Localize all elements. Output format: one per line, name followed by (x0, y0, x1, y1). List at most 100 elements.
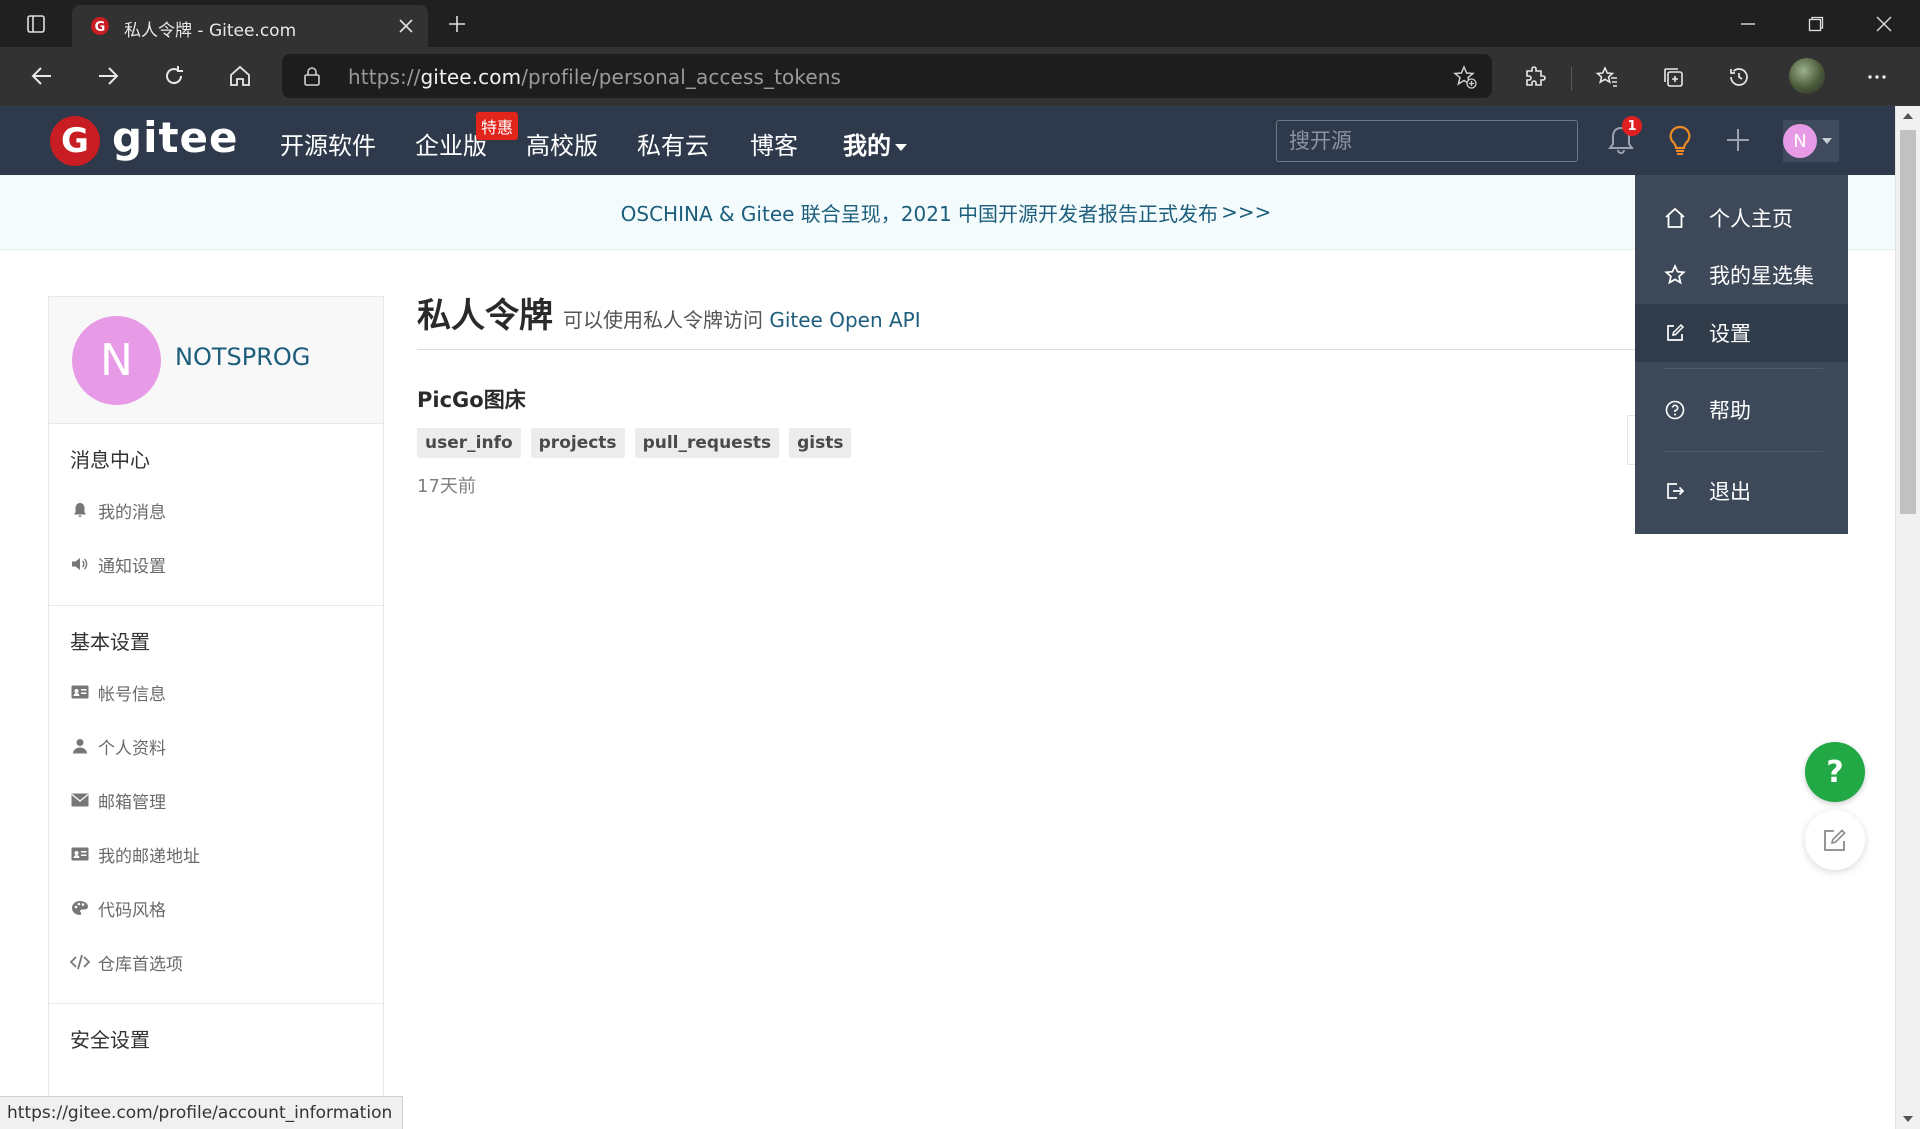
sidebar-item-mailing-address[interactable]: 我的邮递地址 (49, 827, 383, 881)
forward-button[interactable] (88, 58, 128, 94)
puzzle-icon (1526, 66, 1546, 86)
history-icon (1730, 68, 1748, 86)
star-icon (1663, 263, 1687, 287)
sidebar-section-title: 消息中心 (70, 448, 150, 472)
open-api-link[interactable]: Gitee Open API (769, 308, 920, 332)
scope-tag: user_info (417, 428, 521, 458)
window-close-button[interactable] (1850, 0, 1918, 47)
sidebar-section-messages: 消息中心 我的消息 通知设置 (49, 424, 383, 606)
home-button[interactable] (220, 58, 260, 94)
main-content: 私人令牌 可以使用私人令牌访问 Gitee Open API PicGo图床 u… (417, 290, 1637, 498)
token-item: PicGo图床 user_info projects pull_requests… (417, 384, 1637, 498)
browser-tab[interactable]: G 私人令牌 - Gitee.com (72, 5, 428, 47)
page-subtitle: 可以使用私人令牌访问 Gitee Open API (563, 308, 921, 332)
feedback-button[interactable] (1805, 810, 1865, 870)
nav-education[interactable]: 高校版 (526, 126, 598, 161)
search-box[interactable] (1276, 120, 1578, 162)
gitee-logo[interactable]: G gitee (50, 113, 239, 166)
sidebar-item-code-style[interactable]: 代码风格 (49, 881, 383, 935)
settings-sidebar: N NOTSPROG 消息中心 我的消息 通知设置 基本设置 帐号信息 个人资料… (48, 296, 384, 1129)
page-title: 私人令牌 (417, 296, 553, 336)
scroll-down-arrow-icon[interactable] (1903, 1116, 1913, 1122)
nav-private-cloud[interactable]: 私有云 (637, 126, 709, 161)
browser-tabbar: G 私人令牌 - Gitee.com (0, 0, 1920, 47)
nav-mine[interactable]: 我的 (843, 126, 907, 161)
sidebar-item-label: 邮箱管理 (98, 792, 166, 813)
palette-icon (70, 898, 90, 918)
announcement-link[interactable]: OSCHINA & Gitee 联合呈现，2021 中国开源开发者报告正式发布 (621, 198, 1218, 227)
browser-profile-avatar[interactable] (1789, 58, 1825, 94)
page-scrollbar[interactable] (1895, 106, 1920, 1129)
notification-count-badge: 1 (1622, 116, 1642, 136)
extensions-button[interactable] (1517, 59, 1553, 95)
envelope-icon (70, 790, 90, 810)
plus-icon (449, 16, 465, 32)
token-scopes: user_info projects pull_requests gists (417, 428, 1637, 458)
menu-divider (1663, 451, 1823, 452)
sidebar-section-security: 安全设置 (49, 1004, 383, 1077)
scope-tag: projects (530, 428, 625, 458)
sidebar-item-my-messages[interactable]: 我的消息 (49, 483, 383, 537)
announcement-arrows[interactable]: >>> (1221, 200, 1271, 224)
sidebar-item-account-info[interactable]: 帐号信息 (49, 665, 383, 719)
refresh-button[interactable] (154, 58, 194, 94)
scope-tag: gists (789, 428, 852, 458)
sidebar-item-label: 仓库首选项 (98, 954, 183, 975)
token-created-time: 17天前 (417, 476, 476, 497)
user-dropdown-menu: 个人主页 我的星选集 设置 帮助 退出 (1635, 175, 1848, 534)
collections-button[interactable] (1655, 59, 1691, 95)
sidebar-item-profile[interactable]: 个人资料 (49, 719, 383, 773)
scrollbar-thumb[interactable] (1900, 130, 1916, 514)
scroll-up-arrow-icon[interactable] (1903, 113, 1913, 119)
page-header: 私人令牌 可以使用私人令牌访问 Gitee Open API (417, 290, 1637, 350)
back-button[interactable] (22, 58, 62, 94)
link-status-bar: https://gitee.com/profile/account_inform… (0, 1096, 404, 1129)
sidebar-item-label: 帐号信息 (98, 684, 166, 705)
more-button[interactable] (1859, 59, 1895, 95)
menu-item-starred[interactable]: 我的星选集 (1635, 247, 1848, 303)
nav-open-source[interactable]: 开源软件 (280, 126, 376, 161)
menu-item-settings[interactable]: 设置 (1635, 304, 1848, 362)
nav-blog[interactable]: 博客 (750, 126, 798, 161)
sidebar-item-email[interactable]: 邮箱管理 (49, 773, 383, 827)
favorites-button[interactable] (1589, 59, 1625, 95)
menu-item-help[interactable]: 帮助 (1635, 382, 1848, 438)
feedback-edit-icon (1824, 829, 1846, 851)
avatar[interactable]: N (72, 316, 161, 405)
user-menu-toggle[interactable]: N (1783, 120, 1839, 162)
sidebar-item-notification-settings[interactable]: 通知设置 (49, 537, 383, 591)
search-input[interactable] (1277, 121, 1577, 161)
scope-tag: pull_requests (634, 428, 780, 458)
add-favorite-icon[interactable] (1452, 64, 1478, 90)
sidebar-item-label: 个人资料 (98, 738, 166, 759)
id-card-icon (70, 682, 90, 702)
bell-icon (70, 500, 90, 520)
username-link[interactable]: NOTSPROG (175, 343, 310, 371)
sidebar-item-repo-preferences[interactable]: 仓库首选项 (49, 935, 383, 989)
code-icon (70, 952, 90, 972)
home-icon (1663, 206, 1687, 230)
tab-actions-button[interactable] (14, 8, 58, 40)
tab-close-button[interactable] (392, 12, 420, 40)
token-actions-edge (1627, 415, 1635, 465)
arrow-left-icon (31, 67, 51, 85)
menu-item-logout[interactable]: 退出 (1635, 463, 1848, 519)
create-new-button[interactable] (1718, 120, 1758, 160)
menu-divider (1663, 368, 1823, 369)
maximize-button[interactable] (1782, 0, 1850, 47)
chevron-down-icon (1822, 138, 1832, 144)
minimize-button[interactable] (1714, 0, 1782, 47)
help-button[interactable]: ? (1805, 742, 1865, 802)
speaker-icon (70, 554, 90, 574)
sidebar-user-card: N NOTSPROG (49, 297, 383, 424)
ideas-button[interactable] (1660, 120, 1700, 160)
site-header: G gitee 开源软件 企业版 特惠 高校版 私有云 博客 我的 1 N (0, 106, 1895, 175)
sidebar-item-label: 通知设置 (98, 556, 166, 577)
collections-icon (1664, 68, 1683, 87)
menu-item-homepage[interactable]: 个人主页 (1635, 190, 1848, 246)
address-bar[interactable]: https://gitee.com/profile/personal_acces… (282, 54, 1492, 98)
menu-item-label: 帮助 (1709, 399, 1751, 423)
address-card-icon (70, 844, 90, 864)
new-tab-button[interactable] (440, 8, 474, 40)
history-button[interactable] (1721, 59, 1757, 95)
